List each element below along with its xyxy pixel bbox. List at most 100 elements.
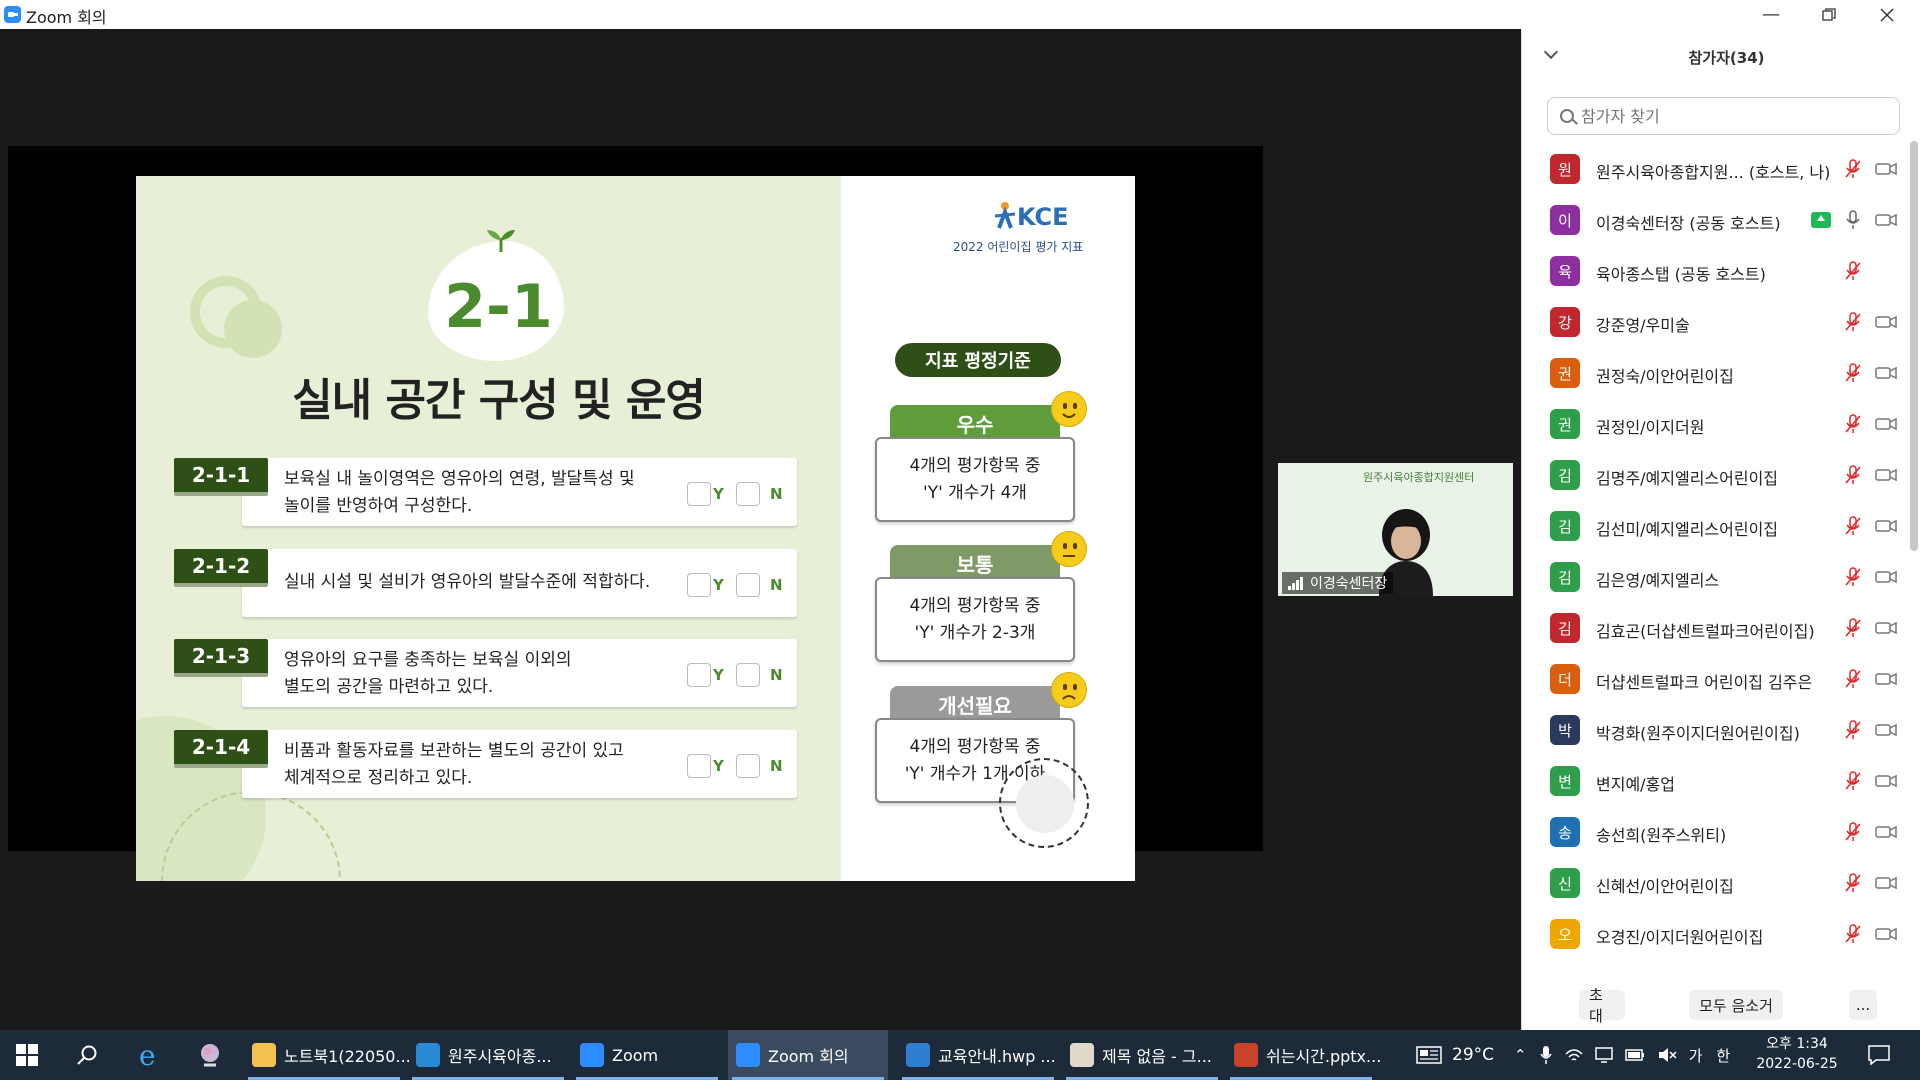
chevron-up-icon[interactable]: ⌃: [1514, 1046, 1527, 1064]
invite-button[interactable]: 초대: [1579, 986, 1625, 1025]
camera-icon[interactable]: [1874, 872, 1898, 894]
mic-muted-icon[interactable]: [1842, 770, 1864, 792]
participant-row[interactable]: 권 권정숙/이안어린이집: [1522, 348, 1902, 399]
clock[interactable]: 오후 1:34 2022-06-25: [1752, 1034, 1842, 1074]
ime-language[interactable]: 한: [1716, 1045, 1730, 1066]
camera-icon[interactable]: [1874, 821, 1898, 843]
avatar: 육: [1550, 256, 1580, 286]
mic-muted-icon[interactable]: [1842, 158, 1864, 180]
participant-row[interactable]: 김 김은영/예지엘리스: [1522, 552, 1902, 603]
mic-muted-icon[interactable]: [1842, 362, 1864, 384]
taskbar-app-6[interactable]: 제목 없음 - 그...: [1062, 1030, 1222, 1080]
participant-row[interactable]: 김 김효곤(더샵센트럴파크어린이집): [1522, 603, 1902, 654]
camera-icon[interactable]: [1874, 158, 1898, 180]
taskbar-app-4[interactable]: Zoom 회의: [728, 1030, 888, 1080]
camera-icon[interactable]: [1874, 617, 1898, 639]
mic-muted-icon[interactable]: [1842, 413, 1864, 435]
camera-icon[interactable]: [1874, 515, 1898, 537]
mic-muted-icon[interactable]: [1842, 515, 1864, 537]
evaluation-item: 2-1-3 영유아의 요구를 충족하는 보육실 이외의 별도의 공간을 마련하고 …: [174, 639, 797, 709]
close-button[interactable]: [1858, 0, 1916, 29]
participant-name: 권정인/이지더원: [1596, 418, 1705, 437]
camera-icon[interactable]: [1874, 413, 1898, 435]
battery-icon[interactable]: [1624, 1048, 1645, 1062]
mic-muted-icon[interactable]: [1842, 464, 1864, 486]
title-bar: Zoom 회의 —: [0, 0, 1920, 29]
ie-button[interactable]: e: [136, 1030, 168, 1080]
minimize-button[interactable]: —: [1742, 0, 1800, 29]
more-button[interactable]: ...: [1849, 990, 1877, 1020]
internet-explorer-icon: e: [139, 1041, 156, 1069]
camera-icon[interactable]: [1874, 311, 1898, 333]
signal-icon: [1288, 576, 1304, 590]
participant-row[interactable]: 이 이경숙센터장 (공동 호스트): [1522, 195, 1902, 246]
yes-checkbox: Y: [687, 482, 724, 506]
zoom-icon: [736, 1043, 760, 1067]
search-button[interactable]: [76, 1030, 106, 1080]
grade-description: 4개의 평가항목 중 'Y' 개수가 4개: [875, 437, 1075, 522]
microphone-icon[interactable]: [1842, 209, 1864, 231]
participant-row[interactable]: 김 김명주/예지엘리스어린이집: [1522, 450, 1902, 501]
start-button[interactable]: [16, 1030, 46, 1080]
checkbox-square: [687, 754, 711, 778]
app-button[interactable]: [196, 1030, 228, 1080]
mic-muted-icon[interactable]: [1842, 566, 1864, 588]
mic-muted-icon[interactable]: [1842, 719, 1864, 741]
no-checkbox: N: [736, 482, 783, 506]
volume-muted-icon[interactable]: [1657, 1046, 1677, 1064]
participant-name: 강준영/우미술: [1596, 316, 1690, 335]
restore-button[interactable]: [1800, 0, 1858, 29]
taskbar-app-2[interactable]: 원주시육아종...: [408, 1030, 568, 1080]
mic-muted-icon[interactable]: [1842, 923, 1864, 945]
taskbar-app-1[interactable]: 노트북1(22050...: [244, 1030, 411, 1080]
avatar: 강: [1550, 307, 1580, 337]
weather-widget[interactable]: 29°C: [1416, 1030, 1494, 1080]
participant-search[interactable]: [1547, 97, 1900, 135]
mic-muted-icon[interactable]: [1842, 668, 1864, 690]
mic-muted-icon[interactable]: [1842, 311, 1864, 333]
participant-row[interactable]: 신 신혜선/이안어린이집: [1522, 858, 1902, 909]
participant-name: 김효곤(더샵센트럴파크어린이집): [1596, 622, 1815, 641]
camera-icon[interactable]: [1874, 209, 1898, 231]
taskbar-app-5[interactable]: 교육안내.hwp ...: [898, 1030, 1058, 1080]
mic-muted-icon[interactable]: [1842, 260, 1864, 282]
taskbar-app-7[interactable]: 쉬는시간.pptx...: [1226, 1030, 1381, 1080]
participant-row[interactable]: 송 송선희(원주스위티): [1522, 807, 1902, 858]
search-input[interactable]: [1581, 106, 1881, 126]
camera-icon[interactable]: [1874, 362, 1898, 384]
participant-row[interactable]: 오 오경진/이지더원어린이집: [1522, 909, 1902, 960]
network-icon[interactable]: [1565, 1046, 1583, 1064]
mic-muted-icon[interactable]: [1842, 617, 1864, 639]
camera-icon[interactable]: [1874, 668, 1898, 690]
tray-icons: ⌃ 가 한: [1514, 1030, 1730, 1080]
mute-all-button[interactable]: 모두 음소거: [1689, 990, 1783, 1020]
taskbar-app-3[interactable]: Zoom: [572, 1030, 722, 1080]
participant-row[interactable]: 김 김선미/예지엘리스어린이집: [1522, 501, 1902, 552]
microphone-icon[interactable]: [1539, 1045, 1553, 1065]
participant-row[interactable]: 권 권정인/이지더원: [1522, 399, 1902, 450]
participant-row[interactable]: 박 박경화(원주이지더원어린이집): [1522, 705, 1902, 756]
camera-icon[interactable]: [1874, 566, 1898, 588]
video-tile[interactable]: 원주시육아종합지원센터 이경숙센터장: [1278, 463, 1513, 596]
decor-dashed-ring: [999, 758, 1089, 848]
ime-mode[interactable]: 가: [1689, 1045, 1703, 1066]
scrollbar[interactable]: [1910, 141, 1918, 551]
taskbar-app-label: 쉬는시간.pptx...: [1266, 1047, 1382, 1066]
participant-row[interactable]: 원 원주시육아종합지원... (호스트, 나): [1522, 144, 1902, 195]
participant-list: 원 원주시육아종합지원... (호스트, 나) 이 이경숙센터장 (공동 호스트) 육 육…: [1522, 144, 1902, 984]
mic-muted-icon[interactable]: [1842, 821, 1864, 843]
participant-row[interactable]: 변 변지예/홍업: [1522, 756, 1902, 807]
mic-muted-icon[interactable]: [1842, 872, 1864, 894]
participant-row[interactable]: 강 강준영/우미술: [1522, 297, 1902, 348]
camera-icon[interactable]: [1874, 923, 1898, 945]
weather-temp: 29°C: [1452, 1045, 1495, 1065]
camera-icon[interactable]: [1874, 719, 1898, 741]
panel-footer: 초대 모두 음소거 ...: [1522, 982, 1920, 1025]
camera-icon[interactable]: [1874, 464, 1898, 486]
display-icon[interactable]: [1594, 1046, 1613, 1064]
camera-icon[interactable]: [1874, 770, 1898, 792]
participant-row[interactable]: 육 육아종스탭 (공동 호스트): [1522, 246, 1902, 297]
app-icon: [201, 1044, 219, 1067]
participant-row[interactable]: 더 더샵센트럴파크 어린이집 김주은: [1522, 654, 1902, 705]
notification-button[interactable]: [1868, 1030, 1890, 1080]
